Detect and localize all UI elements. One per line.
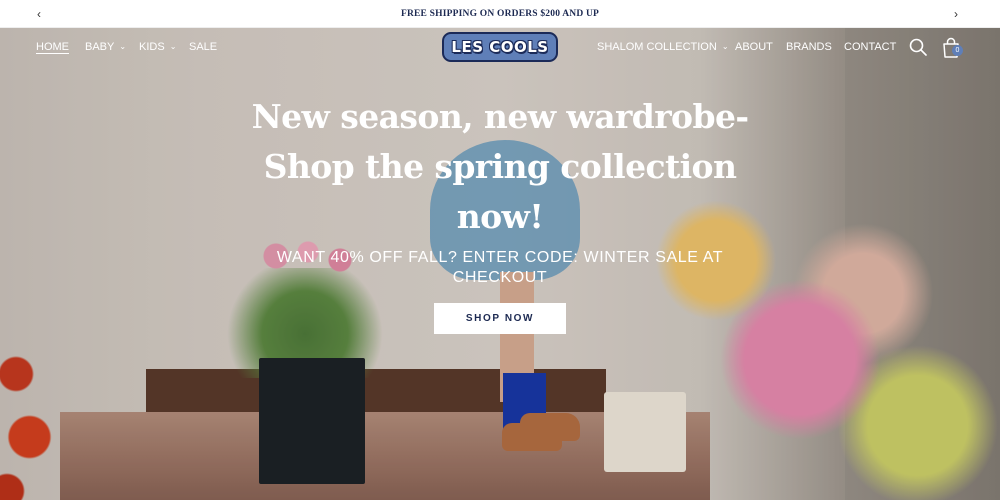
announcement-bar: ‹ FREE SHIPPING ON ORDERS $200 AND UP ›: [0, 0, 1000, 28]
nav-about[interactable]: ABOUT: [735, 40, 773, 54]
chevron-right-icon[interactable]: ›: [954, 7, 958, 21]
announcement-message: FREE SHIPPING ON ORDERS $200 AND UP: [400, 8, 600, 19]
nav-home[interactable]: HOME: [36, 40, 69, 54]
nav-baby[interactable]: BABY ⌄: [85, 40, 126, 55]
chevron-left-icon[interactable]: ‹: [37, 7, 41, 21]
nav-kids[interactable]: KIDS ⌄: [139, 40, 176, 55]
nav-kids-label: KIDS: [139, 41, 165, 53]
logo-text: LES COOLS: [451, 38, 549, 56]
hero-headline: New season, new wardrobe- Shop the sprin…: [251, 97, 749, 236]
cart-count-badge: 0: [952, 45, 963, 56]
nav-shalom-collection-label: SHALOM COLLECTION: [597, 41, 717, 53]
nav-sale[interactable]: SALE: [189, 40, 217, 54]
chevron-down-icon: ⌄: [119, 42, 127, 51]
nav-brands[interactable]: BRANDS: [786, 40, 832, 54]
chevron-down-icon: ⌄: [169, 42, 177, 51]
nav-baby-label: BABY: [85, 41, 115, 53]
shop-now-button[interactable]: SHOP NOW: [434, 303, 566, 334]
search-icon[interactable]: [909, 38, 927, 56]
site-logo[interactable]: LES COOLS: [442, 32, 558, 62]
nav-contact[interactable]: CONTACT: [844, 40, 896, 54]
nav-shalom-collection[interactable]: SHALOM COLLECTION ⌄: [597, 40, 729, 55]
main-navigation: HOME BABY ⌄ KIDS ⌄ SALE LES COOLS SHALOM C…: [0, 28, 1000, 68]
chevron-down-icon: ⌄: [721, 42, 729, 51]
hero-promo-text: WANT 40% OFF FALL? ENTER CODE: WINTER SA…: [276, 249, 724, 286]
